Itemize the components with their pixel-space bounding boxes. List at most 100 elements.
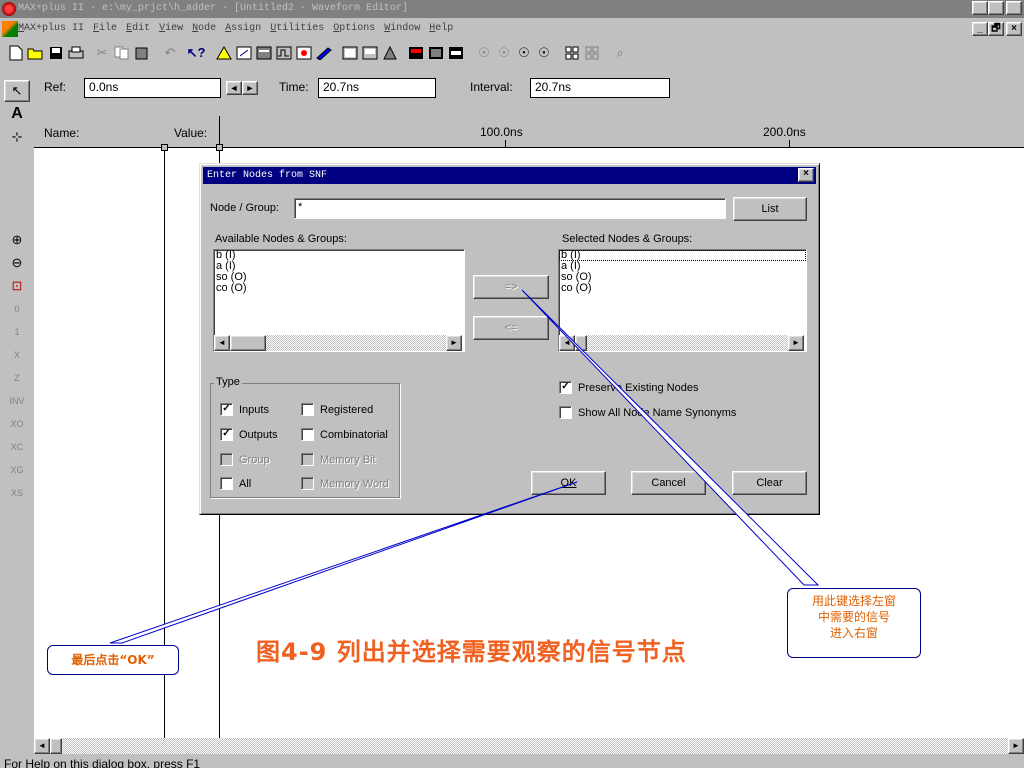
available-nodes-list[interactable]: b (I) a (I) so (O) co (O) ◄ ► bbox=[213, 249, 465, 352]
list-button[interactable]: List bbox=[733, 197, 807, 221]
scroll-left-icon[interactable]: ◄ bbox=[559, 335, 575, 351]
fit-window-icon[interactable]: ⊡ bbox=[4, 275, 30, 297]
save-simulate-icon[interactable] bbox=[406, 43, 426, 63]
snap-tool-icon[interactable]: ⊹ bbox=[4, 126, 30, 148]
document-icon[interactable] bbox=[2, 21, 18, 37]
list-item[interactable]: b (I) bbox=[214, 250, 464, 261]
column-resize-handle[interactable] bbox=[161, 144, 168, 151]
selected-nodes-list[interactable]: b (I) a (I) so (O) co (O) ◄ ► bbox=[558, 249, 807, 352]
menu-node[interactable]: Node bbox=[192, 23, 216, 34]
undo-icon[interactable]: ↶ bbox=[160, 43, 180, 63]
remove-node-button[interactable]: <= bbox=[473, 316, 549, 340]
wizard-icon[interactable]: ☉ bbox=[494, 43, 514, 63]
overwrite-sequence-icon[interactable]: XS bbox=[4, 482, 30, 504]
overwrite-count-icon[interactable]: XC bbox=[4, 436, 30, 458]
scroll-thumb[interactable] bbox=[230, 335, 266, 351]
list-item[interactable]: b (I) bbox=[559, 250, 806, 261]
overwrite-group-icon[interactable]: XG bbox=[4, 459, 30, 481]
checkbox-box[interactable] bbox=[301, 428, 314, 441]
scroll-left-icon[interactable]: ◄ bbox=[214, 335, 230, 351]
open-editor-icon[interactable] bbox=[340, 43, 360, 63]
list-item[interactable]: so (O) bbox=[559, 272, 806, 283]
selected-list-scrollbar[interactable]: ◄ ► bbox=[559, 335, 804, 351]
scroll-right-icon[interactable]: ► bbox=[1008, 738, 1024, 754]
dialog-close-button[interactable]: × bbox=[798, 168, 814, 182]
combinatorial-checkbox[interactable]: Combinatorial bbox=[301, 428, 388, 441]
overwrite-clock-icon[interactable]: XO bbox=[4, 413, 30, 435]
menu-view[interactable]: View bbox=[159, 23, 183, 34]
scroll-left-icon[interactable]: ◄ bbox=[34, 738, 50, 754]
pointer-tool-icon[interactable]: ↖ bbox=[4, 80, 30, 102]
menu-assign[interactable]: Assign bbox=[225, 23, 261, 34]
maximize-button[interactable]: □ bbox=[988, 1, 1004, 15]
doc-minimize-button[interactable]: _ bbox=[972, 22, 988, 36]
scroll-right-icon[interactable]: ► bbox=[788, 335, 804, 351]
probe-icon[interactable]: ☉ bbox=[514, 43, 534, 63]
show-synonyms-checkbox[interactable]: Show All Node Name Synonyms bbox=[559, 406, 736, 419]
list-item[interactable]: co (O) bbox=[559, 283, 806, 294]
menu-utilities[interactable]: Utilities bbox=[270, 23, 324, 34]
find-icon[interactable]: ☉ bbox=[474, 43, 494, 63]
simulate-icon[interactable] bbox=[274, 43, 294, 63]
new-icon[interactable] bbox=[6, 43, 26, 63]
scroll-thumb[interactable] bbox=[575, 335, 587, 351]
checkbox-box[interactable] bbox=[301, 477, 314, 490]
level-x-icon[interactable]: X bbox=[4, 344, 30, 366]
list-item[interactable]: a (I) bbox=[559, 261, 806, 272]
arrow-right-icon[interactable]: ► bbox=[242, 81, 258, 95]
list-item[interactable]: co (O) bbox=[214, 283, 464, 294]
checkbox-box[interactable] bbox=[220, 453, 233, 466]
doc-close-button[interactable]: × bbox=[1006, 22, 1022, 36]
registered-checkbox[interactable]: Registered bbox=[301, 403, 373, 416]
timing-icon[interactable] bbox=[294, 43, 314, 63]
preserve-nodes-checkbox[interactable]: ✓ Preserve Existing Nodes bbox=[559, 381, 698, 394]
invert-icon[interactable]: INV bbox=[4, 390, 30, 412]
close-doc-icon[interactable] bbox=[446, 43, 466, 63]
memory-bit-checkbox[interactable]: Memory Bit bbox=[301, 453, 376, 466]
checkbox-box[interactable] bbox=[220, 477, 233, 490]
zoom-out-icon[interactable]: ⊖ bbox=[4, 252, 30, 274]
scroll-right-icon[interactable]: ► bbox=[446, 335, 462, 351]
cut-icon[interactable]: ✂ bbox=[92, 43, 112, 63]
add-node-button[interactable]: => bbox=[473, 275, 549, 299]
group-checkbox[interactable]: Group bbox=[220, 453, 270, 466]
minimize-button[interactable]: _ bbox=[972, 1, 988, 15]
checkbox-box[interactable] bbox=[301, 453, 314, 466]
checkbox-box[interactable]: ✓ bbox=[220, 403, 233, 416]
hierarchy-icon[interactable] bbox=[214, 43, 234, 63]
menu-options[interactable]: Options bbox=[333, 23, 375, 34]
open-icon[interactable] bbox=[26, 43, 46, 63]
compile-icon[interactable] bbox=[254, 43, 274, 63]
memory-word-checkbox[interactable]: Memory Word bbox=[301, 477, 389, 490]
scroll-thumb[interactable] bbox=[50, 738, 62, 754]
text-tool-icon[interactable]: A bbox=[4, 103, 30, 125]
list-item[interactable]: a (I) bbox=[214, 261, 464, 272]
outputs-checkbox[interactable]: ✓ Outputs bbox=[220, 428, 278, 441]
save-compile-icon[interactable] bbox=[380, 43, 400, 63]
available-list-scrollbar[interactable]: ◄ ► bbox=[214, 335, 462, 351]
zoom-icon[interactable]: ⌕ bbox=[610, 43, 630, 63]
node-group-input[interactable]: * bbox=[294, 198, 726, 219]
arrow-left-icon[interactable]: ◄ bbox=[226, 81, 242, 95]
clear-button[interactable]: Clear bbox=[732, 471, 807, 495]
all-checkbox[interactable]: All bbox=[220, 477, 251, 490]
app-icon[interactable] bbox=[2, 2, 16, 16]
doc-restore-button[interactable]: 🗗 bbox=[988, 22, 1004, 36]
checkbox-box[interactable] bbox=[559, 406, 572, 419]
level-1-icon[interactable]: 1 bbox=[4, 321, 30, 343]
close-button[interactable]: × bbox=[1006, 1, 1022, 15]
help-cursor-icon[interactable]: ↖? bbox=[186, 43, 206, 63]
ok-button[interactable]: OK bbox=[531, 471, 606, 495]
program-icon[interactable] bbox=[314, 43, 334, 63]
copy-icon[interactable] bbox=[112, 43, 132, 63]
report-icon[interactable] bbox=[426, 43, 446, 63]
menu-app[interactable]: MAX+plus II bbox=[18, 23, 84, 34]
checkbox-box[interactable] bbox=[301, 403, 314, 416]
inputs-checkbox[interactable]: ✓ Inputs bbox=[220, 403, 269, 416]
column-resize-handle[interactable] bbox=[216, 144, 223, 151]
cascade-icon[interactable] bbox=[582, 43, 602, 63]
ref-field[interactable]: 0.0ns bbox=[84, 78, 221, 98]
horizontal-scrollbar[interactable]: ◄ ► bbox=[34, 738, 1024, 754]
checkbox-box[interactable]: ✓ bbox=[220, 428, 233, 441]
menu-file[interactable]: File bbox=[93, 23, 117, 34]
